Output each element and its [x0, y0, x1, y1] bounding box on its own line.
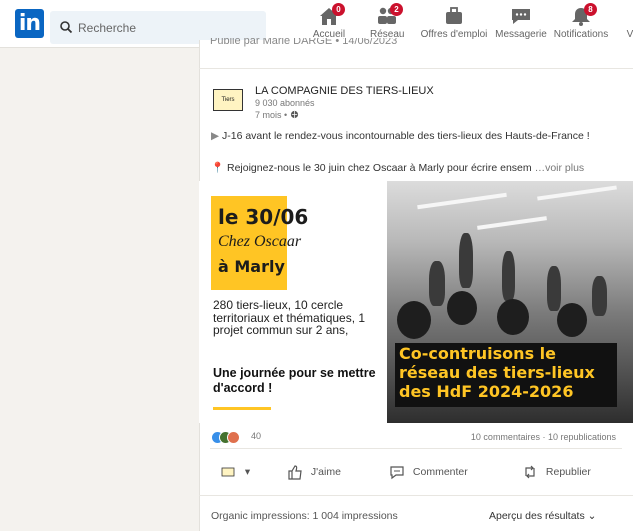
- tagline-underline: [213, 407, 271, 410]
- divider: [199, 495, 633, 496]
- raised-hand: [429, 261, 445, 306]
- impressions-count: Organic impressions: 1 004 impressions: [211, 510, 398, 522]
- support-reaction-icon: [227, 431, 240, 444]
- company-followers: 9 030 abonnés: [255, 98, 315, 108]
- nav-notifications-label: Notifications: [553, 29, 609, 40]
- nav-jobs[interactable]: Offres d'emploi: [420, 6, 488, 44]
- poster-city: à Marly: [218, 257, 285, 276]
- divider: [199, 68, 633, 69]
- repost-icon: [525, 465, 535, 479]
- person-head: [497, 299, 529, 335]
- message-icon: [509, 6, 533, 26]
- poster-venue: Chez Oscaar: [218, 233, 302, 250]
- company-name[interactable]: LA COMPAGNIE DES TIERS-LIEUX: [255, 85, 434, 97]
- post-time-text: 7 mois •: [255, 110, 290, 120]
- search-placeholder: Recherche: [78, 21, 137, 35]
- post-time: 7 mois •: [255, 110, 299, 120]
- comments-reposts-count[interactable]: 10 commentaires · 10 republications: [471, 432, 616, 442]
- post-text-line1: ▶ J-16 avant le rendez-vous incontournab…: [211, 128, 621, 144]
- raised-hand: [459, 233, 473, 288]
- search-icon: [60, 21, 73, 34]
- nav-messaging-label: Messagerie: [495, 29, 547, 40]
- network-badge: 2: [390, 3, 403, 16]
- pin-icon: 📍: [211, 162, 225, 174]
- comment-label: Commenter: [412, 466, 468, 478]
- notifications-badge: 8: [584, 3, 597, 16]
- nav-messaging[interactable]: Messagerie: [494, 6, 548, 44]
- megaphone-icon: ▶: [211, 130, 220, 142]
- nav-more[interactable]: V: [623, 6, 633, 44]
- ceiling-light: [537, 185, 617, 201]
- company-logo[interactable]: Tiers: [213, 89, 243, 111]
- poster-banner-text: Co-contruisons le réseau des tiers-lieux…: [399, 344, 595, 401]
- poster-description: 280 tiers-lieux, 10 cercle territoriaux …: [213, 298, 366, 337]
- post-text-line2: 📍 Rejoignez-nous le 30 juin chez Oscaar …: [211, 161, 621, 174]
- thumbs-up-icon: [288, 465, 302, 480]
- person-head: [557, 303, 587, 337]
- see-more-link[interactable]: …voir plus: [535, 162, 585, 174]
- home-badge: 0: [332, 3, 345, 16]
- like-label: J'aime: [310, 466, 341, 478]
- raised-hand: [547, 266, 561, 311]
- company-avatar-icon: [221, 467, 235, 477]
- briefcase-icon: [442, 6, 466, 26]
- post-text-2: Rejoignez-nous le 30 juin chez Oscaar à …: [227, 162, 532, 174]
- nav-more-label: V: [626, 29, 633, 40]
- divider: [210, 448, 622, 449]
- raised-hand: [502, 251, 515, 301]
- network-icon: 2: [375, 3, 403, 26]
- poster-date: le 30/06: [218, 205, 309, 229]
- poster-tagline: Une journée pour se mettre d'accord !: [213, 366, 376, 395]
- nav-notifications[interactable]: 8 Notifications: [551, 3, 611, 44]
- nav-jobs-label: Offres d'emploi: [420, 29, 488, 40]
- partial-header: Publié par Marie DARGE • 14/06/2023: [210, 38, 398, 47]
- person-head: [447, 291, 477, 325]
- raised-hand: [592, 276, 607, 316]
- ceiling-light: [417, 192, 507, 210]
- post-image[interactable]: le 30/06 Chez Oscaar à Marly 280 tiers-l…: [199, 181, 633, 423]
- comment-button[interactable]: Commenter: [389, 464, 468, 480]
- results-preview-link[interactable]: Aperçu des résultats ⌄: [489, 510, 596, 522]
- chevron-down-icon: ▾: [244, 466, 251, 478]
- post-text-1: J-16 avant le rendez-vous incontournable…: [222, 130, 590, 142]
- results-preview-label: Aperçu des résultats: [489, 510, 585, 522]
- chevron-down-icon: ⌄: [587, 510, 597, 522]
- home-icon: 0: [317, 3, 345, 26]
- person-head: [397, 301, 431, 339]
- globe-icon: [290, 110, 298, 119]
- comment-icon: [390, 466, 404, 480]
- ceiling-light: [477, 216, 547, 230]
- like-button[interactable]: J'aime: [287, 464, 341, 480]
- linkedin-logo[interactable]: in: [15, 9, 44, 38]
- repost-button[interactable]: Republier: [522, 464, 591, 480]
- more-icon: [625, 6, 633, 26]
- reaction-selector[interactable]: ▾: [221, 464, 250, 480]
- reactions-count: 40: [251, 431, 262, 441]
- repost-label: Republier: [545, 466, 591, 478]
- bell-icon: 8: [569, 3, 597, 26]
